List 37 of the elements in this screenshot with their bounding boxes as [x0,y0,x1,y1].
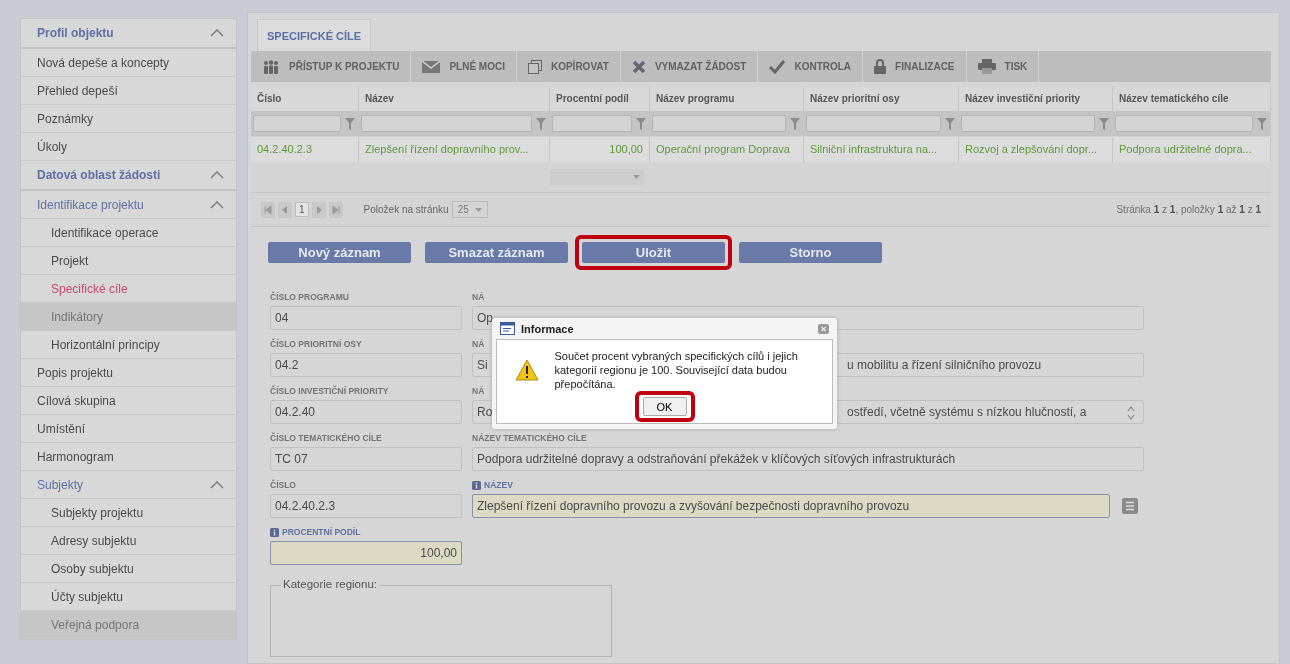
field-value: Zlepšení řízení dopravního provozu a zvyšování bezpečnosti dopravního provozu [477,499,910,513]
field-label: NÁZEV [484,479,513,491]
table-cell: 100,00 [550,137,650,162]
field-label: ČÍSLO PROGRAMU [270,291,350,303]
dialog-title: Informace [521,322,574,335]
group-legend: Kategorie regionu: [281,578,379,590]
field-label: NÁ [472,338,485,350]
field-value: Ro [477,405,493,419]
field-value: Podpora udržitelné dopravy a odstraňování překážek v klíčových síťových infrastrukturách [477,452,956,466]
page-size-label: Položek na stránku [363,204,449,215]
column-header: Procentní podíl [550,87,650,111]
table-cell: Zlepšení řízení dopravního prov... [359,137,550,162]
column-header: Název tematického cíle [1113,87,1271,111]
field-label: ČÍSLO PRIORITNÍ OSY [270,338,363,350]
table-cell: 04.2.40.2.3 [251,137,359,162]
field-label: ČÍSLO INVESTIČNÍ PRIORITY [270,385,390,397]
field-value: Op [477,311,493,325]
table-cell: Operační program Doprava [650,137,804,162]
column-header: Název programu [650,87,804,111]
field-label: NÁ [472,385,485,397]
page-summary: Stránka 1 z 1, položky 1 až 1 z 1 [1116,204,1261,215]
dialog-message: Součet procent vybraných specifických cílů i jejich kategorií regionu je 100. Související data budou přepočítána. [554,349,799,391]
field-label: ČÍSLO TEMATICKÉHO CÍLE [270,432,383,444]
field-label: PROCENTNÍ PODÍL [282,526,361,538]
field-label: NÁ [472,291,485,303]
table-cell: Rozvoj a zlepšování dopr... [959,137,1113,162]
column-header: Číslo [251,87,359,111]
column-header: Název investiční priority [959,87,1113,111]
column-header: Název [359,87,550,111]
column-header: Název prioritní osy [804,87,959,111]
field-value: ostředí, včetně systému s nízkou hlučností, a [847,405,1087,419]
table-cell: Podpora udržitelné dopra... [1113,137,1271,162]
field-value: u mobilitu a řízení silničního provozu [847,358,1042,372]
field-label: ČÍSLO [270,479,297,491]
table-cell: Silniční infrastruktura na... [804,137,959,162]
field-value: Si [477,358,488,372]
field-label: NÁZEV TEMATICKÉHO CÍLE [472,432,587,444]
